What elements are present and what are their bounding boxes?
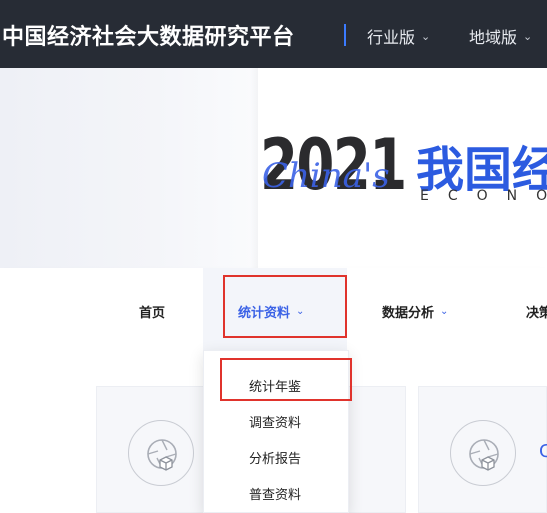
dropdown-item-survey[interactable]: 调查资料 (249, 412, 301, 431)
header-divider (344, 24, 346, 46)
camera-shutter-box-icon (128, 420, 194, 486)
nav-item-label: 决策 (526, 306, 547, 321)
nav-item-label: 首页 (139, 306, 166, 321)
highlight-box-yearbook (220, 358, 352, 401)
top-header-bar: 中国经济社会大数据研究平台 行业版 ⌄ 地域版 ⌄ (0, 0, 547, 68)
banner-subline: ECONO (420, 188, 547, 204)
site-title[interactable]: 中国经济社会大数据研究平台 (2, 19, 295, 51)
industry-edition-label: 行业版 (367, 28, 416, 47)
dropdown-item-census[interactable]: 普查资料 (249, 484, 301, 503)
banner-script-text: China's (262, 156, 390, 196)
region-edition-label: 地域版 (469, 28, 518, 47)
nav-item-data-analysis[interactable]: 数据分析 ⌄ (382, 302, 448, 321)
dropdown-item-report[interactable]: 分析报告 (249, 448, 301, 467)
highlight-box-statistics (223, 275, 347, 338)
camera-shutter-box-icon (450, 420, 516, 486)
nav-item-label: 数据分析 (382, 306, 435, 321)
region-edition-menu[interactable]: 地域版 ⌄ (469, 24, 532, 48)
hero-banner: 2021 China's 我国经 ECONO (0, 68, 547, 268)
industry-edition-menu[interactable]: 行业版 ⌄ (367, 24, 430, 48)
card-title-fragment: C (539, 441, 547, 462)
chevron-down-icon: ⌄ (523, 29, 533, 43)
chevron-down-icon: ⌄ (421, 29, 431, 43)
chevron-down-icon: ⌄ (440, 306, 449, 317)
nav-item-decision[interactable]: 决策 (526, 302, 547, 321)
banner-background (0, 68, 258, 268)
nav-item-home[interactable]: 首页 (139, 302, 165, 321)
